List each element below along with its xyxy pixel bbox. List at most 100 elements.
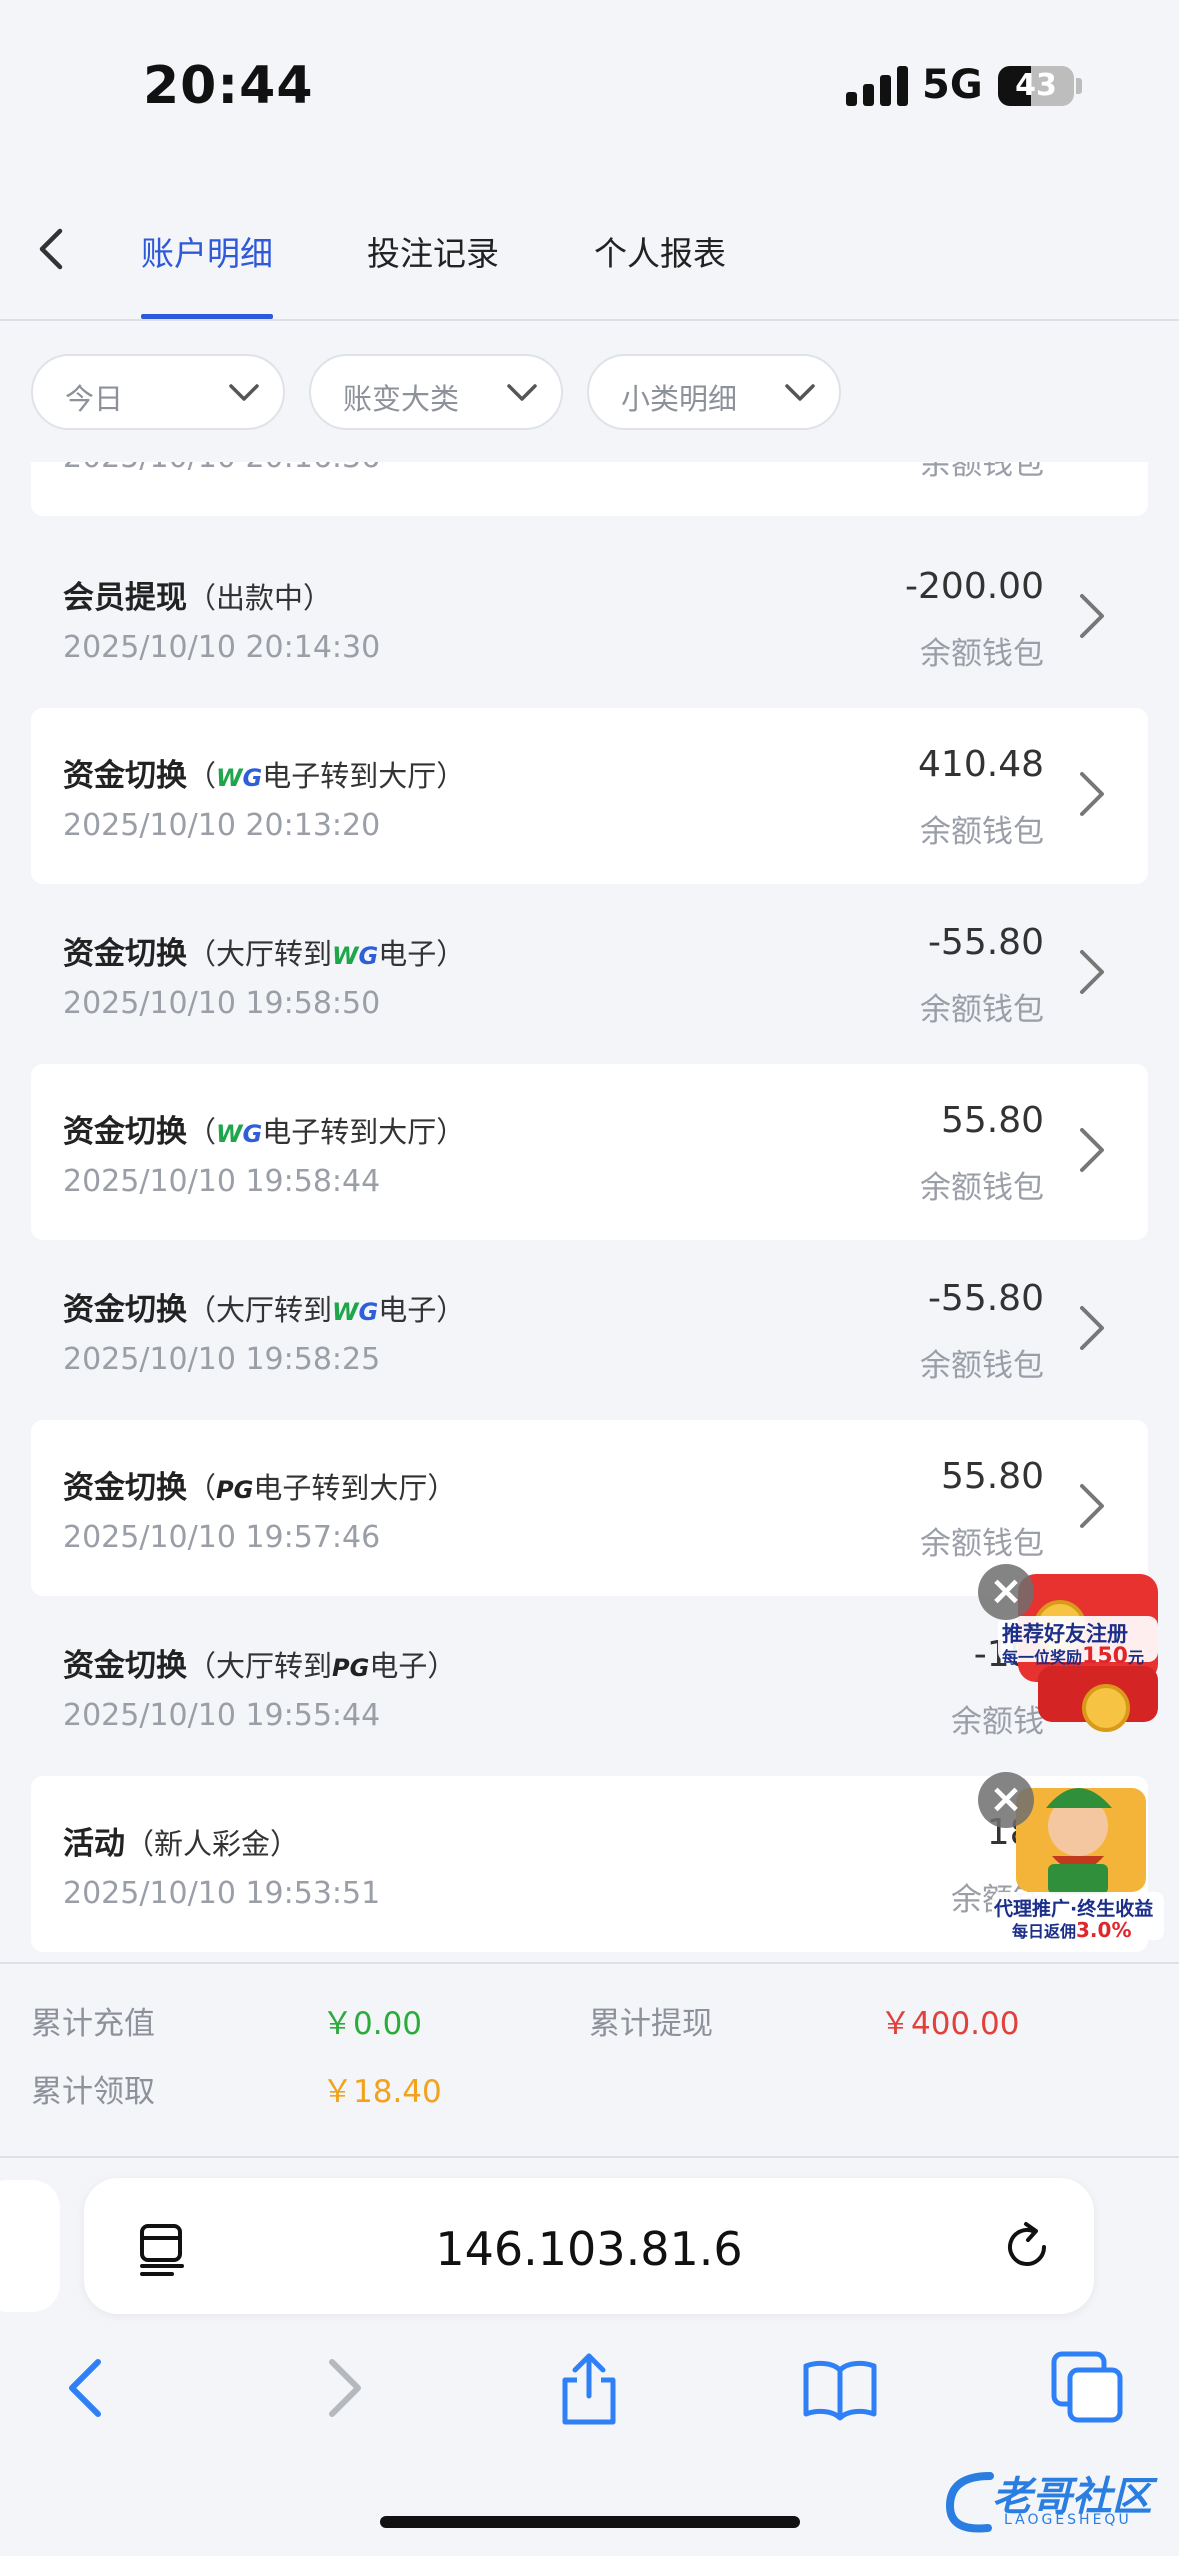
record-subtype: （大厅转到PG电子） (187, 1649, 456, 1683)
list-item-partial[interactable]: 2025/10/10 20:16:36 余额钱包 (31, 462, 1148, 516)
chevron-right-icon[interactable] (1074, 588, 1110, 644)
back-button[interactable] (28, 219, 78, 279)
paren-open: （ (187, 759, 217, 793)
list-item[interactable]: 资金切换（大厅转到PG电子）2025/10/10 19:55:44-18.余额钱 (31, 1598, 1148, 1774)
browser-back-button[interactable] (48, 2348, 128, 2428)
list-item[interactable]: 资金切换（大厅转到WG电子） 2025/10/10 19:58:25 -55.80 余… (31, 1242, 1148, 1418)
battery-tip (1076, 78, 1082, 94)
previous-tab-preview[interactable] (0, 2180, 60, 2312)
record-title: 活动（新人彩金） (63, 1818, 299, 1863)
referral-ad[interactable]: 推荐好友注册 每一位奖励150元 × (978, 1564, 1168, 1736)
chevron-right-icon[interactable] (1074, 944, 1110, 1000)
summary-panel: 累计充值 ￥0.00 累计提现 ￥400.00 累计领取 ￥18.40 (0, 1962, 1179, 2158)
record-amount: 410.48 (918, 744, 1044, 785)
tab-header: 账户明细 投注记录 个人报表 (0, 175, 1179, 321)
record-title: 资金切换（大厅转到WG电子） (63, 928, 465, 973)
record-type: 资金切换 (63, 936, 187, 972)
record-subtype: （WG电子转到大厅） (187, 759, 465, 793)
record-amount: -55.80 (927, 922, 1044, 963)
chevron-right-icon[interactable] (1074, 1300, 1110, 1356)
deposit-label: 累计充值 (31, 2006, 155, 2042)
list-item[interactable]: 资金切换（WG电子转到大厅） 2025/10/10 19:58:44 55.80 余额… (31, 1064, 1148, 1240)
reload-icon[interactable] (1000, 2220, 1054, 2274)
chevron-right-icon[interactable] (1074, 1478, 1110, 1534)
chevron-left-icon (39, 228, 63, 270)
record-type: 资金切换 (63, 758, 187, 794)
wg-logo-icon: WG (216, 1120, 263, 1148)
record-time: 2025/10/10 19:58:50 (63, 986, 381, 1021)
filter-date[interactable]: 今日 (31, 354, 285, 430)
tabs-icon (1051, 2351, 1123, 2423)
chevron-right-icon[interactable] (1074, 766, 1110, 822)
agent-ad-rate: 3.0% (1076, 1918, 1132, 1942)
tab-account-details[interactable]: 账户明细 (141, 227, 273, 275)
paren-close: ） (436, 937, 466, 971)
wg-logo-icon: WG (216, 764, 263, 792)
subtype-suffix: 电子转到大厅 (253, 1471, 428, 1505)
pg-logo-icon: PG (332, 1654, 370, 1682)
paren-close: ） (436, 1115, 466, 1149)
list-item[interactable]: 资金切换（大厅转到WG电子） 2025/10/10 19:58:50 -55.80 余… (31, 886, 1148, 1062)
record-title: 资金切换（大厅转到PG电子） (63, 1640, 456, 1685)
record-time: 2025/10/10 19:55:44 (63, 1698, 381, 1733)
paren-open: （ (187, 937, 217, 971)
chevron-down-icon (507, 384, 537, 401)
paren-close: ） (303, 581, 333, 615)
browser-forward-button[interactable] (302, 2348, 382, 2428)
share-button[interactable] (549, 2348, 629, 2428)
bookmarks-button[interactable] (800, 2348, 880, 2428)
filter-category-label: 账变大类 (343, 382, 460, 416)
subtype-prefix: 大厅转到 (216, 1649, 333, 1683)
paren-open: （ (187, 1293, 217, 1327)
record-title: 会员提现（出款中） (63, 572, 332, 617)
record-time: 2025/10/10 20:14:30 (63, 630, 381, 665)
record-time: 2025/10/10 20:13:20 (63, 808, 381, 843)
record-type: 资金切换 (63, 1470, 187, 1506)
withdraw-value: ￥400.00 (880, 2006, 1020, 2042)
wg-logo-icon: WG (332, 942, 379, 970)
record-title: 资金切换（PG电子转到大厅） (63, 1462, 456, 1507)
subtype-prefix: 大厅转到 (216, 1293, 333, 1327)
tab-personal-report[interactable]: 个人报表 (594, 227, 726, 275)
agent-ad[interactable]: 代理推广·终生收益 每日返佣3.0% × (978, 1768, 1168, 1942)
chevron-down-icon (785, 384, 815, 401)
list-item[interactable]: 资金切换（WG电子转到大厅） 2025/10/10 20:13:20 410.48 余… (31, 708, 1148, 884)
address-bar[interactable]: 146.103.81.6 (84, 2178, 1094, 2314)
record-time: 2025/10/10 19:57:46 (63, 1520, 381, 1555)
tab-bet-records[interactable]: 投注记录 (367, 227, 499, 275)
record-wallet: 余额钱包 (920, 1526, 1044, 1562)
referral-ad-text: 每一位奖励 (1002, 1648, 1083, 1667)
record-subtype: （大厅转到WG电子） (187, 937, 465, 971)
withdraw-label: 累计提现 (589, 2006, 713, 2042)
record-type: 资金切换 (63, 1648, 187, 1684)
chevron-right-icon[interactable] (1074, 1122, 1110, 1178)
share-icon (562, 2353, 616, 2425)
subtype-suffix: 电子 (378, 1293, 437, 1327)
record-time: 2025/10/10 19:58:25 (63, 1342, 381, 1377)
record-wallet: 余额钱包 (920, 814, 1044, 850)
subtype-suffix: 电子转到大厅 (262, 759, 437, 793)
paren-open: （ (187, 581, 217, 615)
filter-subcategory[interactable]: 小类明细 (587, 354, 841, 430)
record-type: 资金切换 (63, 1114, 187, 1150)
list-item[interactable]: 资金切换（PG电子转到大厅） 2025/10/10 19:57:46 55.80 余额… (31, 1420, 1148, 1596)
filter-category[interactable]: 账变大类 (309, 354, 563, 430)
close-agent-ad-button[interactable]: × (978, 1772, 1034, 1828)
record-list[interactable]: 2025/10/10 20:16:36 余额钱包 会员提现（出款中） 2025/1… (0, 462, 1179, 1962)
agent-ad-title: 代理推广·终生收益 (994, 1898, 1154, 1920)
list-item[interactable]: 会员提现（出款中） 2025/10/10 20:14:30 -200.00 余额钱包 (31, 530, 1148, 706)
tabs-button[interactable] (1048, 2348, 1128, 2428)
record-type: 活动 (63, 1826, 125, 1862)
paren-close: ） (436, 759, 466, 793)
record-amount: 55.80 (940, 1100, 1044, 1141)
status-time: 20:44 (143, 56, 314, 116)
record-time: 2025/10/10 20:16:36 (63, 462, 380, 475)
battery-percent: 43 (1015, 68, 1057, 103)
chevron-right-icon (329, 2359, 361, 2417)
signal-icon (846, 66, 908, 106)
chevron-left-icon (69, 2359, 101, 2417)
watermark-logo: 老哥社区 LAOGESHEQU (940, 2460, 1170, 2540)
url-text[interactable]: 146.103.81.6 (84, 2222, 1094, 2276)
active-tab-indicator (141, 314, 273, 319)
close-referral-ad-button[interactable]: × (978, 1564, 1034, 1620)
